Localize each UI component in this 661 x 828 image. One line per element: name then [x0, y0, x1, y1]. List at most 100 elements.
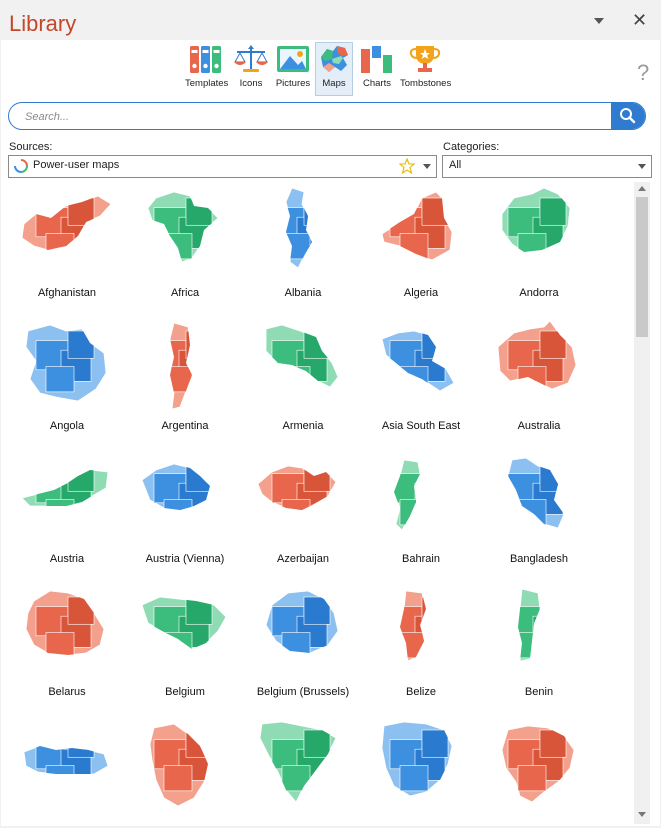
tab-templates-label: Templates — [185, 78, 229, 89]
map-name: Afghanistan — [37, 287, 97, 299]
sources-label: Sources: — [9, 141, 53, 153]
scroll-down-icon[interactable] — [638, 812, 646, 817]
search-input[interactable] — [23, 107, 607, 127]
tab-charts-label: Charts — [363, 78, 391, 89]
map-thumbnail-icon — [149, 723, 209, 807]
map-tile[interactable]: Austria (Vienna) — [126, 450, 244, 575]
binders-icon — [190, 46, 221, 73]
map-tile[interactable]: Angola — [8, 317, 126, 442]
map-name: Bahrain — [402, 553, 440, 565]
search-button[interactable] — [611, 103, 645, 129]
map-thumbnail-icon — [381, 721, 453, 797]
map-name: Belgium — [165, 686, 205, 698]
map-tile[interactable]: Argentina — [126, 317, 244, 442]
map-tile[interactable]: Benin — [480, 583, 598, 708]
map-tile[interactable] — [8, 716, 126, 824]
map-thumbnail-icon — [23, 745, 109, 775]
map-tile[interactable]: Belgium (Brussels) — [244, 583, 362, 708]
tab-pictures[interactable]: Pictures — [273, 43, 313, 95]
tab-tombstones-label: Tombstones — [400, 78, 452, 89]
map-name: Austria (Vienna) — [145, 553, 225, 565]
category-toolbar: Templates Icons Pictures Maps Charts Tom… — [1, 40, 660, 96]
map-tile[interactable]: Belgium — [126, 583, 244, 708]
map-thumbnail-icon — [399, 590, 427, 662]
map-tile[interactable]: Azerbaijan — [244, 450, 362, 575]
map-tile[interactable]: Bahrain — [362, 450, 480, 575]
map-thumbnail-icon — [381, 330, 455, 392]
map-tile[interactable]: Asia South East — [362, 317, 480, 442]
window-title: Library — [9, 11, 77, 36]
scales-icon — [234, 45, 268, 72]
categories-select[interactable]: All — [442, 155, 652, 178]
map-thumbnail-icon — [501, 725, 575, 803]
map-tile[interactable]: Africa — [126, 184, 244, 309]
map-name: Angola — [49, 420, 85, 432]
map-tile[interactable]: Armenia — [244, 317, 362, 442]
search-box — [8, 102, 646, 130]
map-gallery: Afghanistan Africa Albania Algeria Andorra An… — [1, 182, 633, 824]
map-thumbnail-icon — [259, 721, 337, 803]
source-logo-icon — [14, 159, 28, 173]
map-tile[interactable]: Belize — [362, 583, 480, 708]
map-icon — [321, 46, 348, 72]
title-bar: Library ✕ — [0, 0, 661, 44]
vertical-scrollbar[interactable] — [634, 182, 650, 824]
map-name: Belarus — [48, 686, 86, 698]
map-thumbnail-icon — [517, 588, 541, 662]
map-name: Africa — [170, 287, 200, 299]
tab-charts[interactable]: Charts — [358, 43, 396, 95]
tab-icons[interactable]: Icons — [232, 43, 270, 95]
map-thumbnail-icon — [257, 465, 337, 511]
search-icon — [620, 108, 636, 124]
map-thumbnail-icon — [25, 324, 107, 402]
map-tile[interactable]: Afghanistan — [8, 184, 126, 309]
map-name: Bangladesh — [509, 553, 569, 565]
map-tile[interactable]: Albania — [244, 184, 362, 309]
chevron-down-icon — [638, 164, 646, 169]
chevron-down-icon — [423, 164, 431, 169]
map-tile[interactable] — [126, 716, 244, 824]
categories-value: All — [449, 159, 462, 171]
map-name: Argentina — [161, 420, 209, 432]
categories-label: Categories: — [443, 141, 500, 153]
map-tile[interactable]: Austria — [8, 450, 126, 575]
favorite-star-icon[interactable] — [399, 158, 415, 174]
map-tile[interactable]: Bangladesh — [480, 450, 598, 575]
map-thumbnail-icon — [147, 191, 219, 263]
map-thumbnail-icon — [141, 463, 211, 511]
tab-maps-label: Maps — [322, 78, 346, 89]
map-tile[interactable]: Andorra — [480, 184, 598, 309]
map-name: Albania — [284, 287, 322, 299]
map-thumbnail-icon — [393, 459, 421, 531]
map-tile[interactable]: Australia — [480, 317, 598, 442]
picture-icon — [277, 46, 309, 72]
library-panel: Templates Icons Pictures Maps Charts Tom… — [1, 40, 660, 826]
tab-tombstones[interactable]: Tombstones — [400, 43, 452, 95]
map-name: Armenia — [282, 420, 324, 432]
scroll-up-icon[interactable] — [638, 186, 646, 191]
tab-templates[interactable]: Templates — [185, 43, 229, 95]
map-name: Algeria — [403, 287, 439, 299]
map-thumbnail-icon — [501, 187, 571, 253]
close-icon[interactable]: ✕ — [632, 10, 647, 30]
pane-options-dropdown[interactable] — [594, 18, 604, 24]
bar-chart-icon — [361, 46, 392, 73]
scroll-thumb[interactable] — [636, 197, 648, 337]
map-tile[interactable] — [480, 716, 598, 824]
map-name: Belize — [406, 686, 436, 698]
map-thumbnail-icon — [25, 590, 105, 656]
map-tile[interactable]: Algeria — [362, 184, 480, 309]
map-thumbnail-icon — [21, 195, 112, 251]
map-name: Austria — [49, 553, 85, 565]
map-tile[interactable] — [244, 716, 362, 824]
map-tile[interactable] — [362, 716, 480, 824]
tab-maps[interactable]: Maps — [315, 42, 353, 96]
sources-select[interactable]: Power-user maps — [8, 155, 437, 178]
map-thumbnail-icon — [265, 590, 339, 654]
map-thumbnail-icon — [497, 320, 577, 390]
map-name: Belgium (Brussels) — [256, 686, 350, 698]
map-tile[interactable]: Belarus — [8, 583, 126, 708]
map-thumbnail-icon — [285, 187, 313, 269]
map-thumbnail-icon — [381, 191, 453, 261]
help-icon[interactable]: ? — [637, 60, 649, 86]
